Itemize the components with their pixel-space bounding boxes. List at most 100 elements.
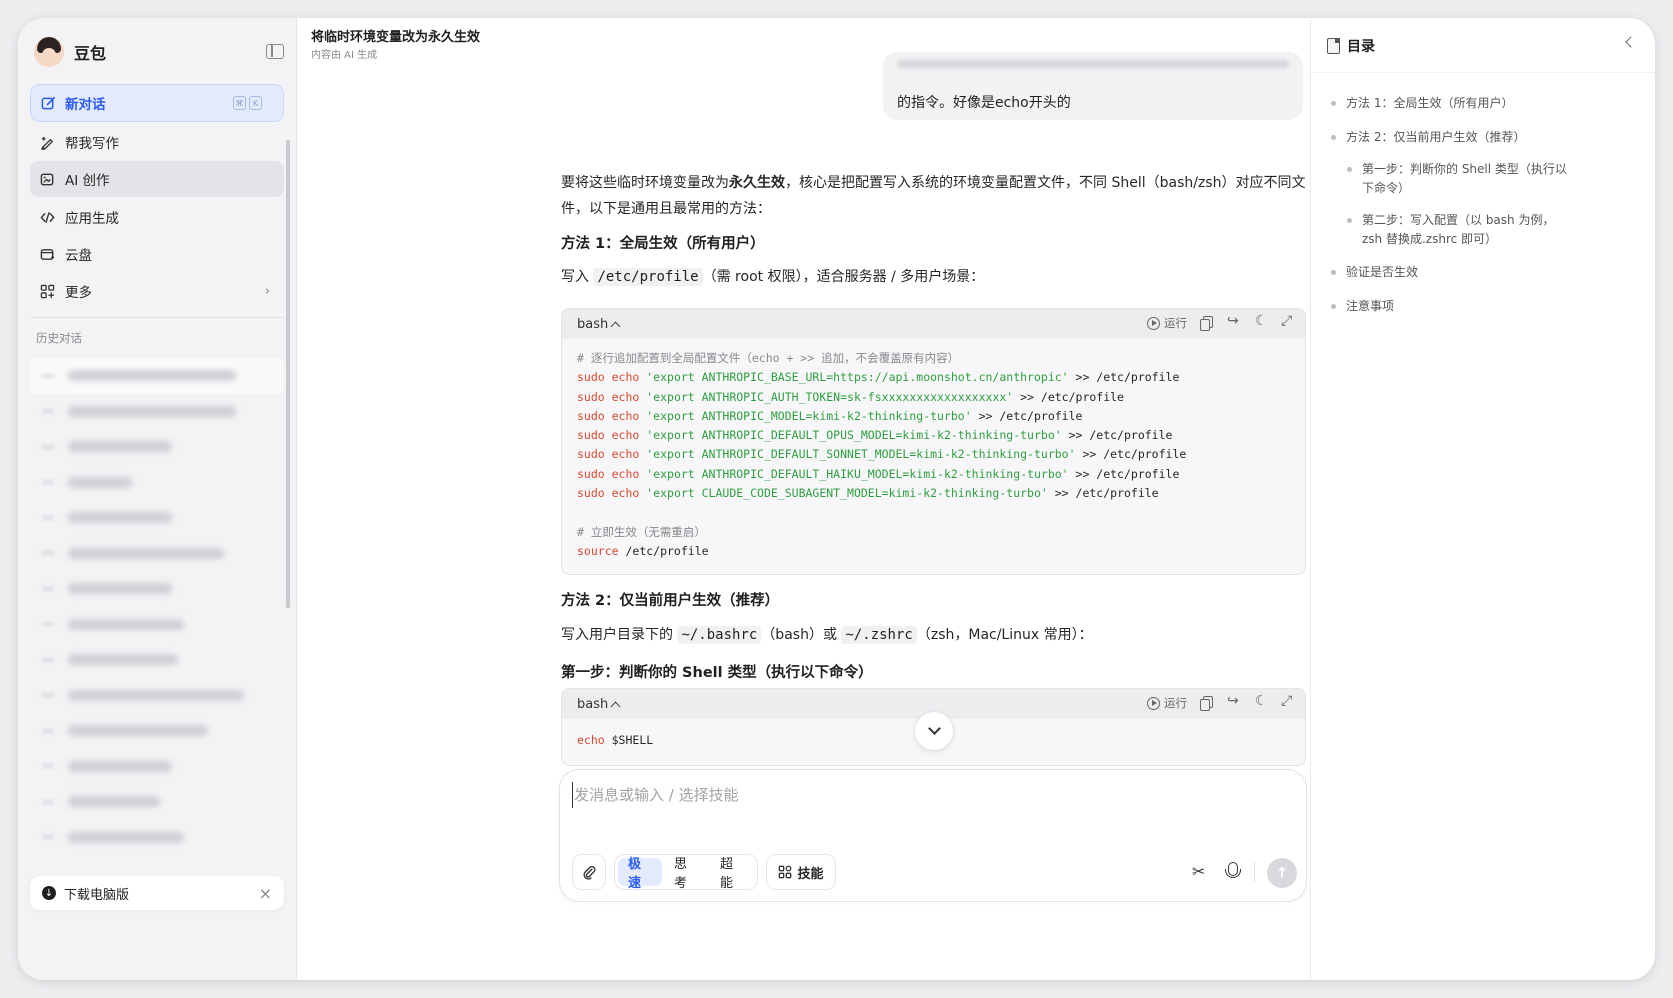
method1-text: 写入 /etc/profile （需 root 权限），适合服务器 / 多用户场景… [561,268,985,286]
sidebar-item-app-gen[interactable]: 应用生成 [30,199,284,235]
sidebar-item-label: 帮我写作 [65,136,119,152]
inline-code: /etc/profile [593,268,703,286]
copy-icon[interactable] [1200,316,1214,331]
mode-switcher: 极速 思考 超能 [614,854,758,891]
code-toolbar: 运行 [1147,693,1295,711]
pen-icon [41,136,53,150]
sidebar-scrollbar[interactable] [286,140,290,608]
edit-icon [41,96,55,109]
toc-item[interactable]: 方法 2：仅当前用户生效（推荐） [1331,128,1636,147]
paperclip-icon [583,865,596,880]
share-icon[interactable] [1227,693,1241,710]
microphone-icon[interactable] [1224,862,1241,882]
play-icon [1147,316,1160,330]
conversation-panel: 将临时环境变量改为永久生效 内容由 AI 生成 的指令。好像是echo开头的 要… [297,18,1310,980]
sidebar-item-writing[interactable]: 帮我写作 [30,124,284,160]
history-item[interactable] [30,394,284,430]
new-chat-button[interactable]: 新对话 ⌘ K [30,84,284,122]
history-item[interactable] [30,678,284,714]
chevron-right-icon: › [264,283,270,299]
method2-text: 写入用户目录下的 ~/.bashrc （bash）或 ~/.zshrc （zsh，M… [561,626,1093,644]
code-block: bash 运行 # 逐行追加配置到全局配置文件（echo + >> 追加，不会覆… [561,308,1306,575]
sidebar-header: 豆包 [34,32,286,72]
theme-icon[interactable] [1254,313,1268,330]
mode-think[interactable]: 思考 [664,857,708,891]
history-item[interactable] [30,642,284,678]
history-item[interactable] [30,820,284,856]
toc-item[interactable]: 验证是否生效 [1331,263,1636,282]
answer-intro: 要将这些临时环境变量改为永久生效，核心是把配置写入系统的环境变量配置文件，不同 … [561,175,1306,217]
avatar[interactable] [34,37,64,67]
history-section-title: 历史对话 [36,331,82,345]
toc-panel: 目录 方法 1：全局生效（所有用户） 方法 2：仅当前用户生效（推荐） 第一步：… [1310,18,1655,980]
history-item[interactable] [30,571,284,607]
sidebar-divider [30,317,284,318]
composer-divider [1254,862,1255,882]
download-desktop-banner[interactable]: ↓ 下载电脑版 × [30,876,284,910]
cloud-drive-icon [40,248,55,260]
history-item[interactable] [30,784,284,820]
mode-super[interactable]: 超能 [710,857,754,891]
attach-button[interactable] [572,854,606,890]
sidebar: 豆包 新对话 ⌘ K 帮我写作 AI 创作 应用生成 云盘 更多 › 历史对话 … [18,18,297,980]
toc-item[interactable]: 方法 1：全局生效（所有用户） [1331,94,1636,113]
history-item[interactable] [30,429,284,465]
history-list [30,358,284,855]
toc-item[interactable]: 第一步：判断你的 Shell 类型（执行以下命令） [1347,160,1572,198]
close-icon[interactable]: × [259,884,272,903]
code-icon [40,211,55,223]
share-icon[interactable] [1227,313,1241,330]
run-button[interactable]: 运行 [1147,695,1187,711]
history-item[interactable] [30,713,284,749]
chevron-left-icon[interactable] [1625,36,1637,48]
theme-icon[interactable] [1254,693,1268,710]
scissors-icon[interactable]: ✂ [1192,862,1205,881]
expand-icon[interactable] [1281,693,1295,710]
message-composer: 极速 思考 超能 技能 ✂ ↑ [559,769,1307,902]
code-language[interactable]: bash [577,317,608,332]
sidebar-item-more[interactable]: 更多 › [30,273,284,309]
code-toolbar: 运行 [1147,313,1295,331]
sidebar-item-cloud-drive[interactable]: 云盘 [30,236,284,272]
toc-item[interactable]: 注意事项 [1331,297,1636,316]
download-label: 下载电脑版 [64,887,130,903]
code-language[interactable]: bash [577,697,608,712]
sidebar-item-label: 更多 [65,285,92,301]
toc-header: 目录 [1327,36,1375,56]
code-block-header: bash 运行 [562,309,1305,339]
method2-heading: 方法 2：仅当前用户生效（推荐） [561,593,780,609]
document-icon [1327,38,1340,54]
chevron-down-icon [927,722,941,735]
method1-heading: 方法 1：全局生效（所有用户） [561,236,765,252]
sidebar-item-label: 云盘 [65,248,92,264]
sidebar-item-label: 应用生成 [65,211,119,227]
toc-divider [1311,72,1655,73]
history-item[interactable] [30,358,284,394]
history-item[interactable] [30,500,284,536]
toc-item[interactable]: 第二步：写入配置（以 bash 为例，zsh 替换成.zshrc 即可） [1347,211,1572,249]
play-icon [1147,696,1160,710]
mode-fast[interactable]: 极速 [618,857,662,891]
history-item[interactable] [30,749,284,785]
chevron-up-icon[interactable] [610,701,621,711]
sidebar-item-ai-create[interactable]: AI 创作 [30,161,284,197]
send-button[interactable]: ↑ [1267,858,1297,888]
user-message-text: 的指令。好像是echo开头的 [897,95,1071,111]
user-message: 的指令。好像是echo开头的 [883,52,1303,120]
run-button[interactable]: 运行 [1147,315,1187,331]
shortcut-key-cmd: ⌘ [233,96,246,110]
skills-button[interactable]: 技能 [766,854,836,890]
history-item[interactable] [30,536,284,572]
copy-icon[interactable] [1200,696,1214,711]
scroll-to-bottom-button[interactable] [914,711,954,751]
code-content: # 逐行追加配置到全局配置文件（echo + >> 追加，不会覆盖原有内容） s… [577,351,1187,558]
expand-icon[interactable] [1281,313,1295,330]
history-item[interactable] [30,607,284,643]
message-input[interactable] [572,782,1272,808]
history-item[interactable] [30,465,284,501]
page-title: 将临时环境变量改为永久生效 [311,30,481,45]
sidebar-toggle-icon[interactable] [266,44,284,59]
image-create-icon [40,173,54,185]
step1-heading: 第一步：判断你的 Shell 类型（执行以下命令） [561,665,873,681]
chevron-up-icon[interactable] [610,321,621,331]
